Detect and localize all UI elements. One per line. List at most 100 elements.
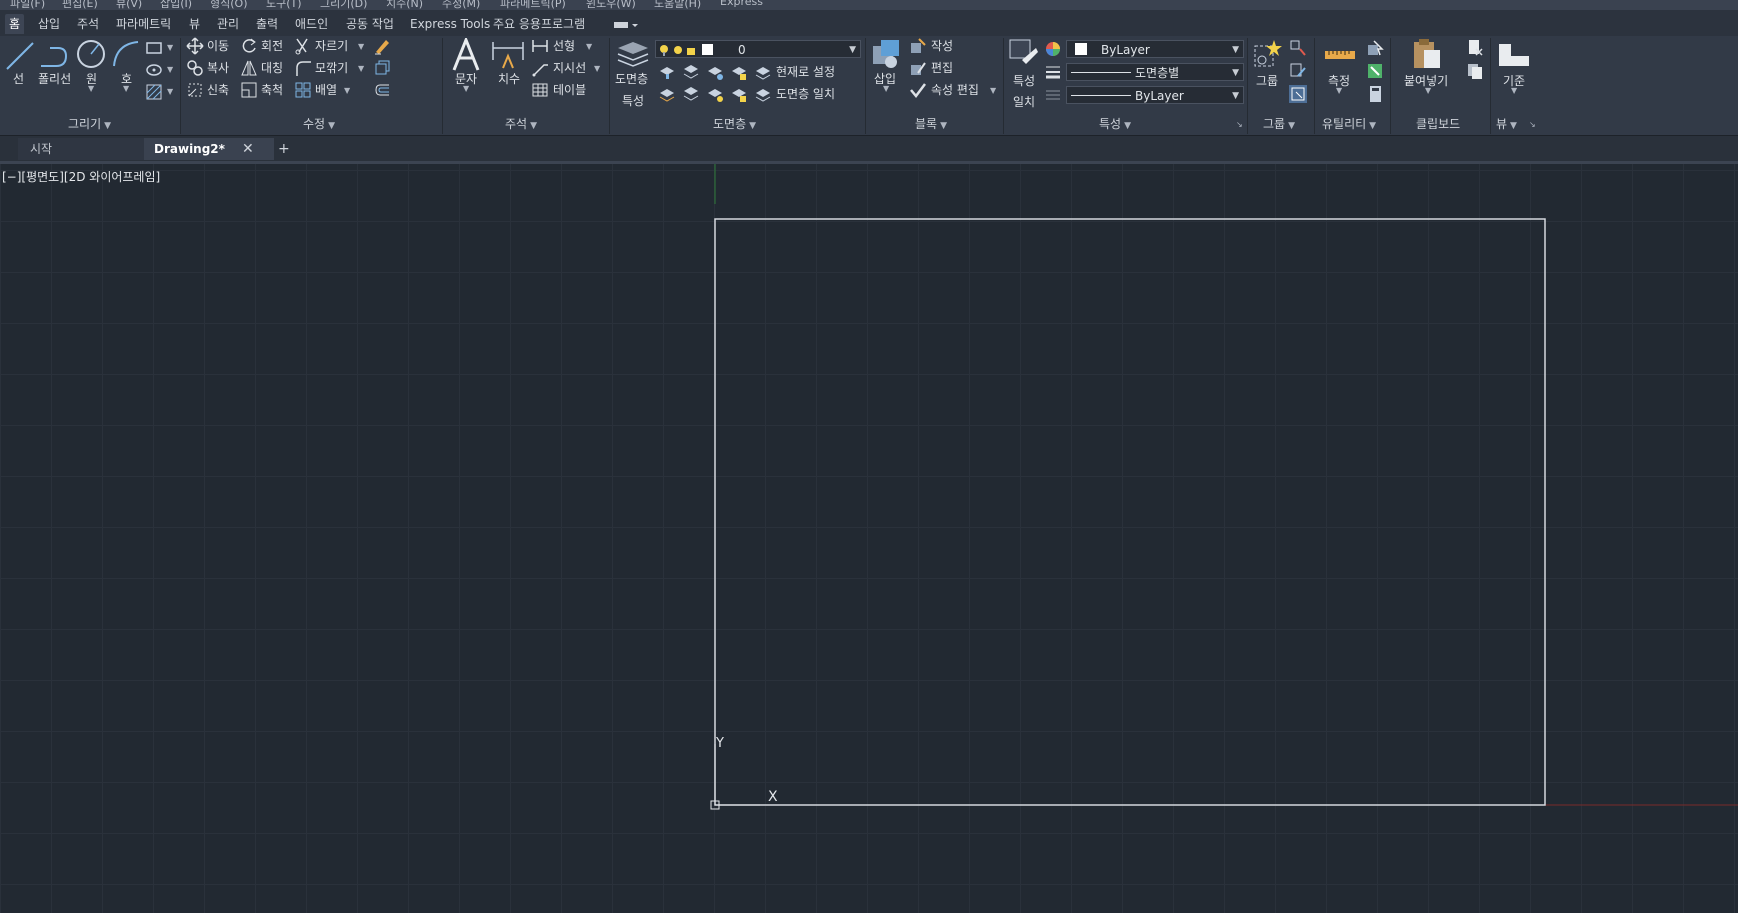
leader-dropdown-icon[interactable]: ▼ xyxy=(594,64,600,73)
measure-dropdown-icon[interactable]: ▼ xyxy=(1336,86,1342,95)
menu-modify[interactable]: 수정(M) xyxy=(442,0,480,10)
tab-manage[interactable]: 관리 xyxy=(213,14,243,34)
new-tab-button[interactable]: + xyxy=(278,138,290,160)
edit-attribute-button[interactable]: 속성 편집 xyxy=(931,80,979,100)
scale-button[interactable]: 축척 xyxy=(261,80,283,100)
calculator-icon[interactable] xyxy=(1366,85,1384,103)
layer-properties-label2[interactable]: 특성 xyxy=(622,92,644,109)
menu-tools[interactable]: 도구(T) xyxy=(266,0,302,10)
lineweight-select[interactable]: 도면층별 ▼ xyxy=(1066,63,1244,81)
match-properties-label2[interactable]: 일치 xyxy=(1013,93,1035,110)
tab-featured-apps[interactable]: 주요 응용프로그램 xyxy=(489,14,589,34)
color-wheel-icon[interactable] xyxy=(1044,40,1062,58)
lineweight-icon[interactable] xyxy=(1044,63,1062,81)
arc-icon[interactable] xyxy=(110,38,142,70)
tab-start[interactable]: 시작 xyxy=(18,138,152,160)
base-view-icon[interactable] xyxy=(1497,40,1531,68)
move-button[interactable]: 이동 xyxy=(207,36,229,56)
color-select[interactable]: ByLayer ▼ xyxy=(1066,40,1244,58)
measure-icon[interactable] xyxy=(1324,44,1356,66)
menu-draw[interactable]: 그리기(D) xyxy=(320,0,367,10)
paste-dropdown-icon[interactable]: ▼ xyxy=(1425,86,1431,95)
rectangle-icon[interactable] xyxy=(145,39,163,57)
modify-panel-title[interactable]: 수정 ▼ xyxy=(303,116,335,132)
polyline-icon[interactable] xyxy=(38,40,72,72)
layer-freeze-icon[interactable] xyxy=(706,63,724,81)
layer-unlock-icon[interactable] xyxy=(730,85,748,103)
menu-edit[interactable]: 편집(E) xyxy=(62,0,98,10)
groups-panel-title[interactable]: 그룹 ▼ xyxy=(1263,116,1295,132)
make-current-button[interactable]: 현재로 설정 xyxy=(776,62,835,82)
offset-icon[interactable] xyxy=(373,81,391,99)
linear-dropdown-icon[interactable]: ▼ xyxy=(586,42,592,51)
paste-icon[interactable] xyxy=(1410,38,1442,70)
trim-button[interactable]: 자르기 xyxy=(315,36,348,56)
circle-icon[interactable] xyxy=(75,38,107,70)
layer-unisolate-icon[interactable] xyxy=(682,85,700,103)
quick-select-icon[interactable] xyxy=(1366,39,1384,57)
base-view-dropdown-icon[interactable]: ▼ xyxy=(1511,86,1517,95)
match-properties-label[interactable]: 특성 xyxy=(1013,72,1035,89)
tab-drawing[interactable]: Drawing2* xyxy=(144,138,274,160)
stretch-button[interactable]: 신축 xyxy=(207,80,229,100)
view-panel-title[interactable]: 뷰 ▼ xyxy=(1496,116,1517,132)
view-launcher-icon[interactable]: ↘ xyxy=(1529,120,1536,129)
group-selection-icon[interactable] xyxy=(1289,85,1307,103)
tab-collaborate[interactable]: 공동 작업 xyxy=(342,14,398,34)
mirror-button[interactable]: 대칭 xyxy=(261,58,283,78)
edit-block-button[interactable]: 편집 xyxy=(931,58,953,78)
layer-walk-icon[interactable] xyxy=(658,85,676,103)
ribbon-display-toggle[interactable] xyxy=(608,14,642,34)
block-panel-title[interactable]: 블록 ▼ xyxy=(915,116,947,132)
group-icon[interactable] xyxy=(1252,38,1284,70)
menu-help[interactable]: 도움말(H) xyxy=(654,0,701,10)
layer-lock-icon[interactable] xyxy=(730,63,748,81)
layer-properties-label[interactable]: 도면층 xyxy=(615,70,648,87)
drawing-canvas[interactable]: [−][평면도][2D 와이어프레임] Y X xyxy=(0,164,1738,913)
close-icon[interactable]: ✕ xyxy=(242,138,254,160)
line-icon[interactable] xyxy=(4,40,36,72)
text-icon[interactable] xyxy=(451,38,481,72)
array-dropdown-icon[interactable]: ▼ xyxy=(344,86,350,95)
insert-dropdown-icon[interactable]: ▼ xyxy=(883,84,889,93)
ellipse-dropdown-icon[interactable]: ▼ xyxy=(167,65,173,74)
draw-panel-title[interactable]: 그리기 ▼ xyxy=(68,116,111,132)
create-block-button[interactable]: 작성 xyxy=(931,36,953,56)
properties-panel-title[interactable]: 특성 ▼ xyxy=(1099,116,1131,132)
menu-format[interactable]: 형식(O) xyxy=(210,0,247,10)
tab-parametric[interactable]: 파라메트릭 xyxy=(112,14,175,34)
tab-home[interactable]: 홈 xyxy=(5,14,25,34)
table-button[interactable]: 테이블 xyxy=(553,80,586,100)
group-edit-icon[interactable] xyxy=(1289,62,1307,80)
circle-dropdown-icon[interactable]: ▼ xyxy=(88,84,94,93)
cut-icon[interactable] xyxy=(1466,39,1484,57)
menu-parametric[interactable]: 파라메트릭(P) xyxy=(500,0,566,10)
match-properties-icon[interactable] xyxy=(1008,38,1040,70)
group-label[interactable]: 그룹 xyxy=(1256,72,1278,89)
leader-button[interactable]: 지시선 xyxy=(553,58,586,78)
linear-dimension-button[interactable]: 선형 xyxy=(553,36,575,56)
rotate-button[interactable]: 회전 xyxy=(261,36,283,56)
tab-insert[interactable]: 삽입 xyxy=(34,14,64,34)
properties-launcher-icon[interactable]: ↘ xyxy=(1236,120,1243,129)
menu-express[interactable]: Express xyxy=(720,0,763,8)
dimension-label[interactable]: 치수 xyxy=(498,70,520,87)
dimension-icon[interactable] xyxy=(491,38,525,72)
text-dropdown-icon[interactable]: ▼ xyxy=(463,84,469,93)
menu-window[interactable]: 윈도우(W) xyxy=(586,0,636,10)
utilities-panel-title[interactable]: 유틸리티 ▼ xyxy=(1322,116,1376,132)
ellipse-icon[interactable] xyxy=(145,61,163,79)
linetype-icon[interactable] xyxy=(1044,86,1062,104)
tab-addins[interactable]: 애드인 xyxy=(291,14,332,34)
menu-dimension[interactable]: 치수(N) xyxy=(386,0,423,10)
layer-thaw-icon[interactable] xyxy=(706,85,724,103)
rectangle-dropdown-icon[interactable]: ▼ xyxy=(167,43,173,52)
tab-view[interactable]: 뷰 xyxy=(185,14,204,34)
insert-block-icon[interactable] xyxy=(869,38,903,70)
trim-dropdown-icon[interactable]: ▼ xyxy=(358,42,364,51)
layer-off-icon[interactable] xyxy=(658,63,676,81)
hatch-icon[interactable] xyxy=(145,83,163,101)
polyline-label[interactable]: 폴리선 xyxy=(38,70,71,87)
explode-icon[interactable] xyxy=(373,59,391,77)
layers-panel-title[interactable]: 도면층 ▼ xyxy=(713,116,756,132)
